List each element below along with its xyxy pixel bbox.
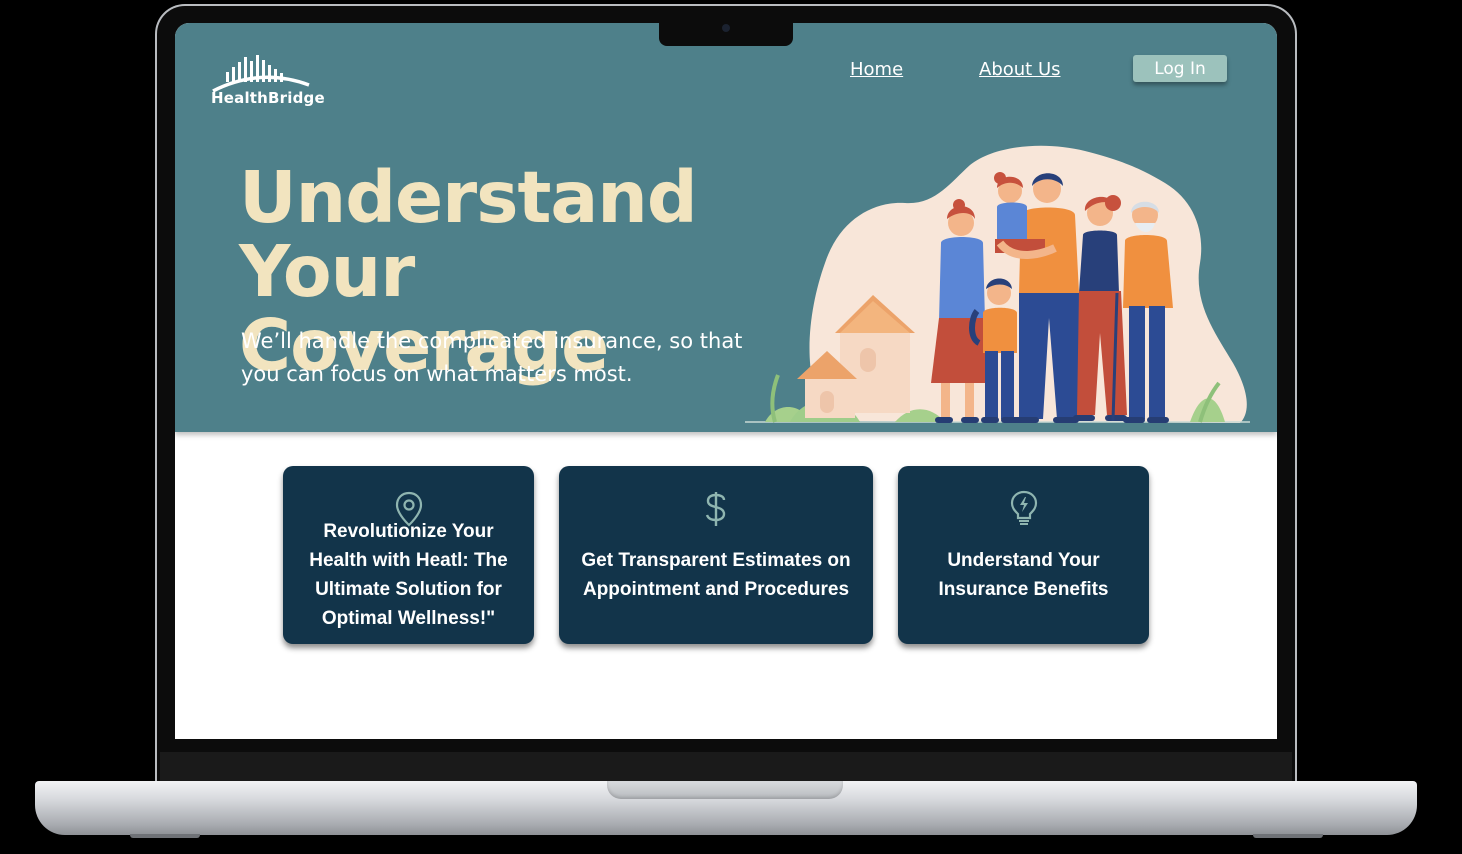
laptop-opening-notch xyxy=(607,781,843,799)
feature-card-title: Get Transparent Estimates on Appointment… xyxy=(581,550,851,600)
hero-headline-line1: Understand xyxy=(239,156,698,239)
hero-subtext: We’ll handle the complicated insurance, … xyxy=(241,329,743,386)
hero-section: HealthBridge Home About Us Log In Unders… xyxy=(175,23,1277,432)
feature-card-title: Revolutionize Your Health with Heatl: Th… xyxy=(309,521,508,629)
brand-name: HealthBridge xyxy=(211,89,325,107)
nav-home-link[interactable]: Home xyxy=(850,59,903,80)
feature-card-estimates[interactable]: Get Transparent Estimates on Appointment… xyxy=(559,466,873,644)
feature-card-wellness[interactable]: Revolutionize Your Health with Heatl: Th… xyxy=(283,466,534,644)
camera-icon xyxy=(722,24,730,32)
laptop-foot-right xyxy=(1253,834,1323,838)
family-illustration xyxy=(745,145,1250,423)
dollar-sign-icon xyxy=(705,492,726,526)
laptop-screen: HealthBridge Home About Us Log In Unders… xyxy=(175,23,1277,739)
nav-about-us-link[interactable]: About Us xyxy=(979,59,1061,80)
feature-card-title: Understand Your Insurance Benefits xyxy=(938,550,1109,600)
login-button[interactable]: Log In xyxy=(1133,55,1227,82)
laptop-bottom-bezel xyxy=(160,752,1292,782)
lightbulb-icon xyxy=(1010,490,1037,525)
laptop-foot-left xyxy=(130,834,200,838)
feature-card-benefits[interactable]: Understand Your Insurance Benefits xyxy=(898,466,1149,644)
